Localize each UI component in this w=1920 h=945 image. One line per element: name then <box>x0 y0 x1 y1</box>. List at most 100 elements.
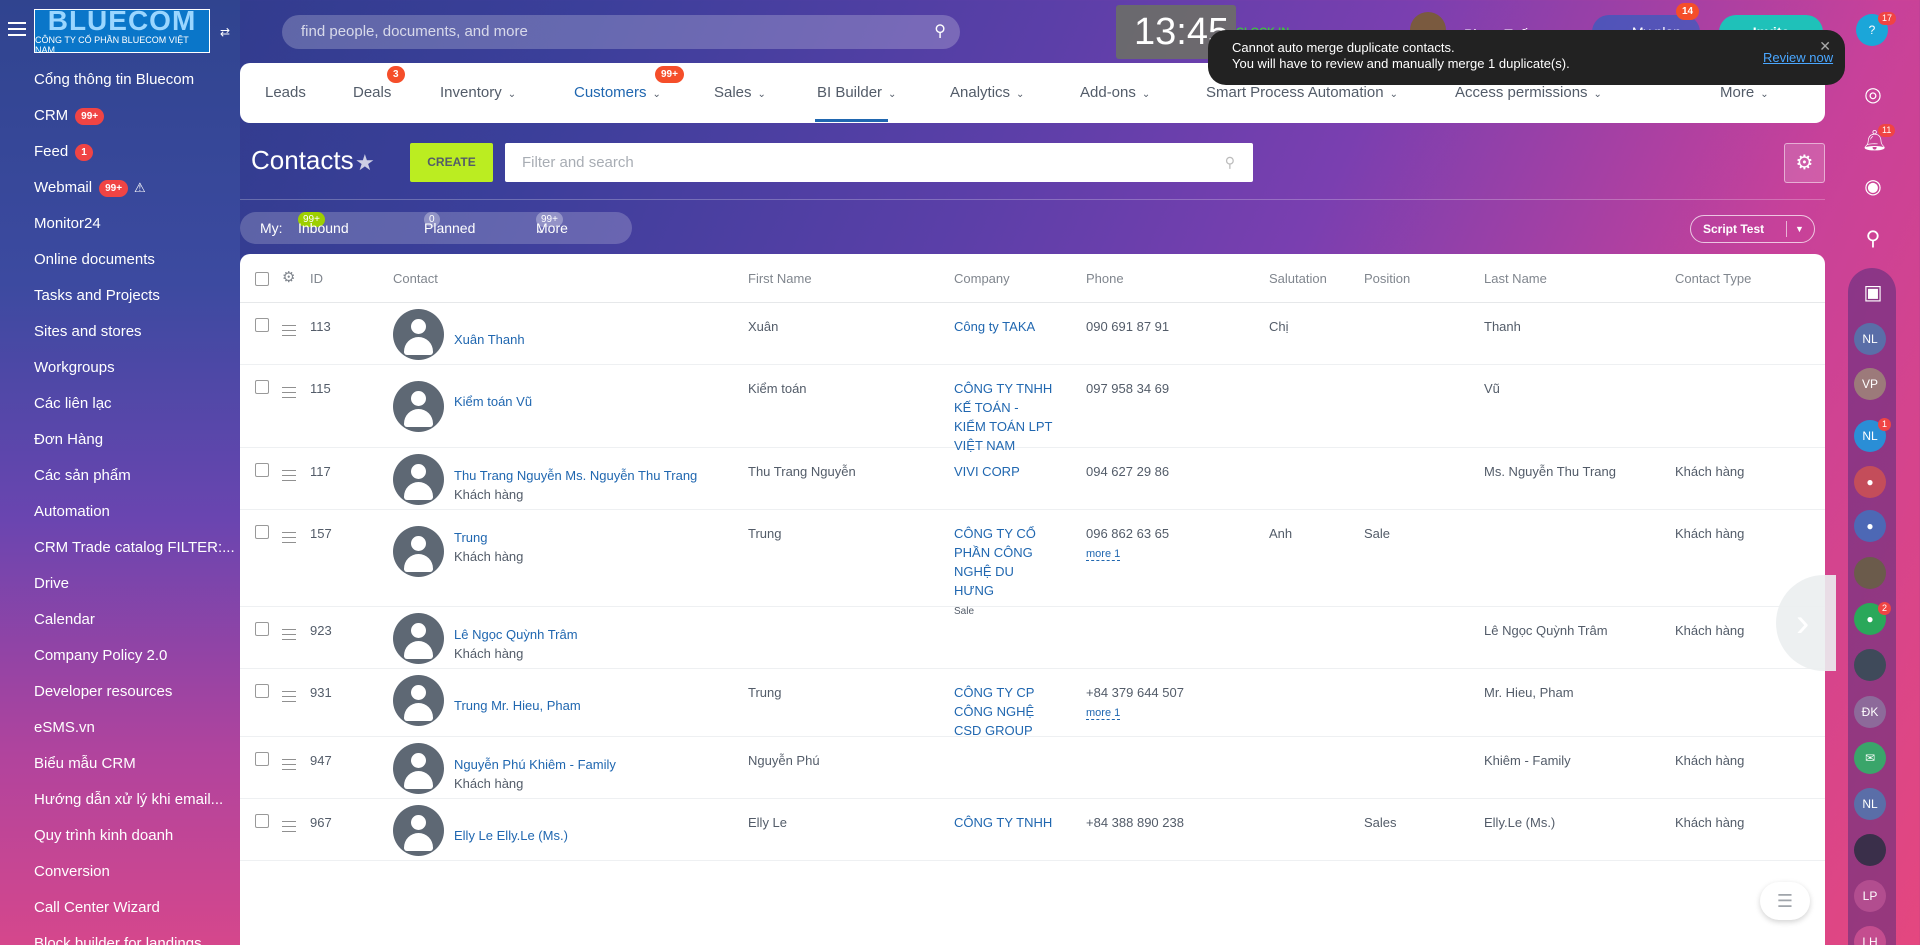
table-row[interactable]: 113 Xuân Thanh Xuân Công ty TAKA 090 691 87 … <box>240 303 1825 365</box>
contact-avatar[interactable] <box>393 805 444 856</box>
chat-icon[interactable]: ◉ <box>1862 174 1884 199</box>
col-contact[interactable]: Contact <box>393 271 438 286</box>
drag-handle-icon[interactable] <box>282 470 296 485</box>
tab-add-ons[interactable]: Add-ons ⌄ <box>1080 84 1150 101</box>
script-test-button[interactable]: Script Test ▼ <box>1690 215 1815 243</box>
table-row[interactable]: 117 Thu Trang Nguyễn Ms. Nguyễn Thu Trang… <box>240 448 1825 510</box>
tab-leads[interactable]: Leads <box>265 84 306 101</box>
contact-name-link[interactable]: Nguyễn Phú Khiêm - Family <box>454 757 616 772</box>
sidebar-item[interactable]: Feed 1 <box>34 141 234 177</box>
row-checkbox[interactable] <box>255 380 269 394</box>
drag-handle-icon[interactable] <box>282 387 296 402</box>
sidebar-item[interactable]: Cổng thông tin Bluecom <box>34 69 234 105</box>
tab-smart-process-automation[interactable]: Smart Process Automation ⌄ <box>1206 84 1398 101</box>
cell-phone[interactable]: 090 691 87 91 <box>1086 317 1169 336</box>
search-icon[interactable]: ⚲ <box>934 15 946 49</box>
contact-avatar[interactable] <box>393 381 444 432</box>
contact-name-link[interactable]: Trung Mr. Hieu, Pham <box>454 698 581 713</box>
sidebar-item[interactable]: Đơn Hàng <box>34 429 234 465</box>
contact-name-link[interactable]: Kiểm toán Vũ <box>454 394 532 409</box>
chevron-down-icon[interactable]: ▼ <box>1795 216 1804 242</box>
contact-name-link[interactable]: Elly Le Elly.Le (Ms.) <box>454 828 568 843</box>
contact-avatar[interactable]: LP <box>1854 880 1886 912</box>
contact-name-link[interactable]: Trung <box>454 530 487 545</box>
row-checkbox[interactable] <box>255 752 269 766</box>
tab-access-permissions[interactable]: Access permissions ⌄ <box>1455 84 1602 101</box>
row-checkbox[interactable] <box>255 463 269 477</box>
grid-settings-gear-icon[interactable]: ⚙ <box>282 268 295 286</box>
sidebar-item[interactable]: Drive <box>34 573 234 609</box>
col-phone[interactable]: Phone <box>1086 271 1124 286</box>
more-counter[interactable]: 99+ More ⌄ <box>536 212 568 247</box>
sidebar-item[interactable]: Block builder for landings <box>34 933 234 945</box>
sidebar-item[interactable]: Call Center Wizard <box>34 897 234 933</box>
tab-more[interactable]: More ⌄ <box>1720 84 1769 101</box>
row-checkbox[interactable] <box>255 318 269 332</box>
col-position[interactable]: Position <box>1364 271 1410 286</box>
cell-phone[interactable]: 094 627 29 86 <box>1086 462 1169 481</box>
tab-customers[interactable]: Customers ⌄ 99+ <box>574 66 684 101</box>
contact-avatar[interactable] <box>1854 834 1886 866</box>
company-link[interactable]: VIVI CORP <box>954 462 1020 481</box>
tab-deals[interactable]: Deals 3 <box>353 66 405 101</box>
contact-avatar[interactable]: VP <box>1854 368 1886 400</box>
table-row[interactable]: 157 Trung Khách hàng Trung CÔNG TY CỔ PHẦN CÔ… <box>240 510 1825 617</box>
table-row[interactable]: 923 Lê Ngọc Quỳnh Trâm Khách hàng Lê Ngọc Q… <box>240 607 1825 669</box>
settings-sliders-icon[interactable]: ⇄ <box>220 25 230 39</box>
cell-phone[interactable]: 097 958 34 69 <box>1086 379 1169 398</box>
contact-avatar[interactable] <box>1854 649 1886 681</box>
row-checkbox[interactable] <box>255 622 269 636</box>
phone-more-link[interactable]: more 1 <box>1086 548 1121 561</box>
search-icon[interactable]: ⚲ <box>1862 226 1884 251</box>
drag-handle-icon[interactable] <box>282 532 296 547</box>
table-row[interactable]: 115 Kiểm toán Vũ Kiểm toán CÔNG TY TNHH KẾ T… <box>240 365 1825 453</box>
company-link[interactable]: Công ty TAKA <box>954 317 1035 336</box>
menu-burger-icon[interactable] <box>8 22 26 36</box>
sidebar-item[interactable]: CRM 99+ <box>34 105 234 141</box>
contact-avatar[interactable] <box>393 675 444 726</box>
search-icon[interactable]: ⚲ <box>1225 143 1235 182</box>
drag-handle-icon[interactable] <box>282 691 296 706</box>
contact-avatar[interactable] <box>393 454 444 505</box>
sidebar-item[interactable]: eSMS.vn <box>34 717 234 753</box>
tab-sales[interactable]: Sales ⌄ <box>714 84 766 101</box>
phone-more-link[interactable]: more 1 <box>1086 707 1121 720</box>
close-icon[interactable]: ✕ <box>1819 38 1831 54</box>
sidebar-item[interactable]: Tasks and Projects <box>34 285 234 321</box>
sidebar-item[interactable]: Automation <box>34 501 234 537</box>
cell-phone[interactable]: +84 388 890 238 <box>1086 813 1184 832</box>
copilot-icon[interactable]: ◎ <box>1862 82 1884 107</box>
drag-handle-icon[interactable] <box>282 821 296 836</box>
contact-name-link[interactable]: Lê Ngọc Quỳnh Trâm <box>454 627 578 642</box>
contact-avatar[interactable]: NL <box>1854 323 1886 355</box>
sidebar-item[interactable]: Các liên lạc <box>34 393 234 429</box>
company-link[interactable]: CÔNG TY TNHH KẾ TOÁN - KIỂM TOÁN LPT VIỆT N… <box>954 379 1053 455</box>
drag-handle-icon[interactable] <box>282 325 296 340</box>
mail-icon[interactable]: ✉ <box>1854 742 1886 774</box>
sidebar-item[interactable]: Online documents <box>34 249 234 285</box>
row-checkbox[interactable] <box>255 684 269 698</box>
sidebar-item[interactable]: Sites and stores <box>34 321 234 357</box>
contact-avatar[interactable]: NL <box>1854 788 1886 820</box>
sidebar-item[interactable]: Conversion <box>34 861 234 897</box>
col-salutation[interactable]: Salutation <box>1269 271 1327 286</box>
tab-bi-builder[interactable]: BI Builder ⌄ <box>817 84 896 101</box>
contact-avatar[interactable] <box>393 743 444 794</box>
filter-search-input[interactable]: Filter and search ⚲ <box>505 143 1253 182</box>
tab-analytics[interactable]: Analytics ⌄ <box>950 84 1024 101</box>
company-link[interactable]: CÔNG TY CP CÔNG NGHỆ CSD GROUP <box>954 683 1034 740</box>
sidebar-item[interactable]: Monitor24 <box>34 213 234 249</box>
company-link[interactable]: CÔNG TY TNHH <box>954 813 1052 832</box>
table-row[interactable]: 947 Nguyễn Phú Khiêm - Family Khách hàng Ng… <box>240 737 1825 799</box>
settings-gear-button[interactable]: ⚙ <box>1784 143 1825 183</box>
sidebar-item[interactable]: Biểu mẫu CRM <box>34 753 234 789</box>
contact-avatar[interactable] <box>393 309 444 360</box>
contact-name-link[interactable]: Thu Trang Nguyễn Ms. Nguyễn Thu Trang <box>454 468 697 483</box>
group-chat-icon[interactable]: ● <box>1854 510 1886 542</box>
contact-avatar[interactable] <box>393 613 444 664</box>
sidebar-item[interactable]: Company Policy 2.0 <box>34 645 234 681</box>
col-contact-type[interactable]: Contact Type <box>1675 271 1751 286</box>
cell-phone[interactable]: +84 379 644 507 more 1 <box>1086 683 1184 723</box>
table-row[interactable]: 967 Elly Le Elly.Le (Ms.) Elly Le CÔNG TY T… <box>240 799 1825 861</box>
col-first-name[interactable]: First Name <box>748 271 812 286</box>
